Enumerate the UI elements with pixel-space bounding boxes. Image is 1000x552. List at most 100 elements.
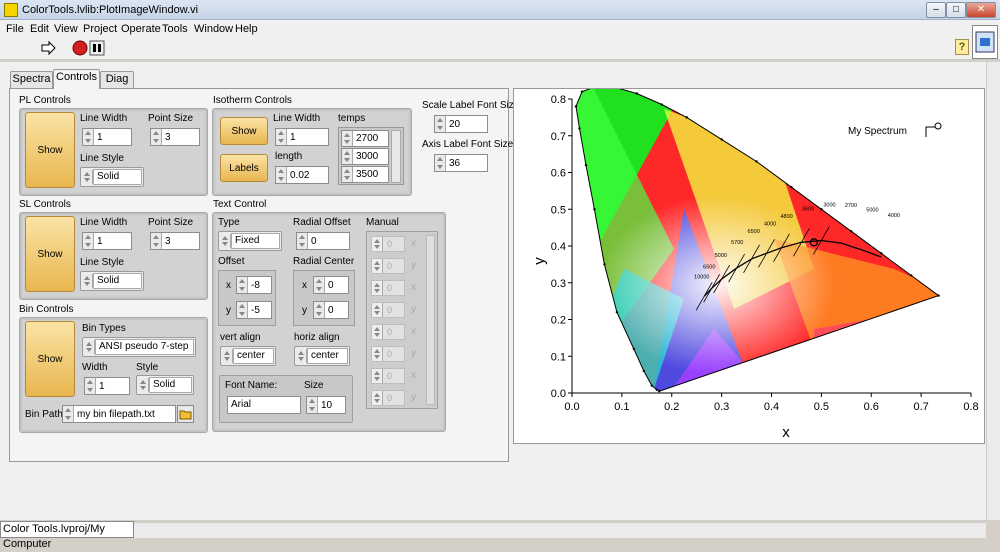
close-button[interactable]: ✕ (966, 2, 996, 18)
font-size-input[interactable]: 10 (306, 396, 346, 414)
bin-style-select[interactable]: Solid (136, 375, 194, 395)
locus-point (655, 388, 658, 391)
text-control-title: Text Control (213, 199, 267, 210)
y-tick-label: 0.2 (551, 315, 566, 327)
locus-point (937, 294, 940, 297)
offset-x-input[interactable]: -8 (236, 276, 272, 294)
isotherm-labels-button[interactable]: Labels (220, 154, 268, 182)
x-tick-label: 0.8 (963, 401, 978, 413)
isotherm-label: 5000 (715, 253, 727, 259)
scale-label-font-size-input[interactable]: 20 (434, 115, 488, 133)
sl-show-button[interactable]: Show (25, 216, 75, 292)
vi-icon (972, 25, 998, 59)
pl-point-size-label: Point Size (148, 113, 194, 124)
sl-point-size-label: Point Size (148, 217, 194, 228)
y-axis-label: y (531, 257, 548, 265)
text-type-select[interactable]: Fixed (218, 231, 282, 251)
y-tick-label: 0.3 (551, 278, 566, 290)
bin-style-label: Style (136, 362, 159, 373)
menu-file[interactable]: File (6, 23, 24, 35)
pl-line-style-select[interactable]: Solid (80, 167, 144, 187)
menu-operate[interactable]: Operate (121, 23, 161, 35)
manual-cell: 0 (371, 346, 405, 362)
isotherm-label: 3000 (823, 202, 835, 208)
horiz-align-select[interactable]: center (294, 346, 350, 366)
text-type-label: Type (218, 217, 240, 228)
locus-point (642, 369, 646, 373)
legend-swatch-line (925, 126, 935, 137)
minimize-button[interactable]: – (926, 2, 946, 18)
abort-icon[interactable] (72, 40, 88, 56)
font-name-label: Font Name: (225, 380, 278, 391)
sl-point-size-input[interactable]: 3 (150, 232, 200, 250)
pl-line-width-input[interactable]: 1 (82, 128, 132, 146)
manual-cell-label: y (411, 392, 416, 403)
help-icon[interactable]: ? (955, 39, 969, 55)
temps-item[interactable]: 3500 (341, 166, 389, 183)
isotherm-label: 5000 (866, 208, 878, 214)
isotherm-line-width-input[interactable]: 1 (275, 128, 329, 146)
manual-array-scrollbar[interactable] (426, 235, 435, 405)
vertical-scrollbar[interactable] (986, 62, 1000, 520)
run-arrow-icon[interactable] (40, 40, 56, 56)
bin-show-button[interactable]: Show (25, 321, 75, 397)
maximize-button[interactable]: □ (946, 2, 966, 18)
isotherm-show-button[interactable]: Show (220, 117, 268, 145)
locus-point (790, 186, 793, 189)
sl-controls-title: SL Controls (19, 199, 71, 210)
isotherm-label: 4000 (888, 213, 900, 219)
isotherm-label: 4800 (780, 214, 792, 220)
menu-tools[interactable]: Tools (162, 23, 188, 35)
pl-point-size-input[interactable]: 3 (150, 128, 200, 146)
locus-point (820, 208, 823, 211)
vert-align-label: vert align (220, 332, 261, 343)
pl-controls-title: PL Controls (19, 95, 71, 106)
isotherm-label: 5700 (731, 240, 743, 246)
manual-cell-label: x (411, 370, 416, 381)
menu-help[interactable]: Help (235, 23, 258, 35)
font-name-input[interactable]: Arial (227, 396, 301, 414)
locus-point (660, 103, 663, 106)
pause-icon[interactable] (89, 40, 105, 56)
radial-center-x-input[interactable]: 0 (313, 276, 349, 294)
tab-spectra[interactable]: Spectra (10, 71, 53, 88)
menu-window[interactable]: Window (194, 23, 233, 35)
temps-scrollbar[interactable] (391, 130, 401, 183)
isotherm-label: 6500 (748, 229, 760, 235)
sl-line-width-label: Line Width (80, 217, 128, 228)
tab-diag[interactable]: Diag (100, 71, 134, 88)
axis-label-font-size-input[interactable]: 36 (434, 154, 488, 172)
radial-center-y-input[interactable]: 0 (313, 301, 349, 319)
offset-y-label: y (226, 305, 231, 316)
bin-width-input[interactable]: 1 (84, 377, 130, 395)
sl-line-width-input[interactable]: 1 (82, 232, 132, 250)
radial-offset-label: Radial Offset (293, 217, 351, 228)
cie-chromaticity-chart: 10000 6500 5000 5700 6500 4000 4800 3600 3000 270… (513, 84, 985, 444)
manual-cell-label: y (411, 304, 416, 315)
vert-align-select[interactable]: center (220, 346, 276, 366)
radial-center-x-label: x (302, 280, 307, 291)
x-axis-label: x (782, 424, 790, 441)
menu-edit[interactable]: Edit (30, 23, 49, 35)
tab-controls[interactable]: Controls (53, 69, 100, 89)
bin-types-select[interactable]: ANSI pseudo 7-step (82, 337, 196, 357)
browse-folder-icon[interactable] (177, 405, 194, 423)
pl-show-button[interactable]: Show (25, 112, 75, 188)
temps-item[interactable]: 3000 (341, 148, 389, 165)
menu-view[interactable]: View (54, 23, 78, 35)
offset-y-input[interactable]: -5 (236, 301, 272, 319)
sl-line-style-select[interactable]: Solid (80, 271, 144, 291)
isotherm-length-input[interactable]: 0.02 (275, 166, 329, 184)
temps-item[interactable]: 2700 (341, 130, 389, 147)
radial-center-y-label: y (302, 305, 307, 316)
manual-cell: 0 (371, 280, 405, 296)
menu-project[interactable]: Project (83, 23, 117, 35)
locus-point (574, 105, 578, 108)
horizontal-scrollbar[interactable] (134, 522, 986, 538)
x-tick-label: 0.7 (913, 401, 928, 413)
manual-cell: 0 (371, 390, 405, 406)
radial-offset-input[interactable]: 0 (296, 232, 350, 250)
locus-point (632, 347, 636, 351)
y-tick-label: 0.0 (551, 388, 566, 400)
bin-path-input[interactable]: my bin filepath.txt (62, 405, 176, 423)
